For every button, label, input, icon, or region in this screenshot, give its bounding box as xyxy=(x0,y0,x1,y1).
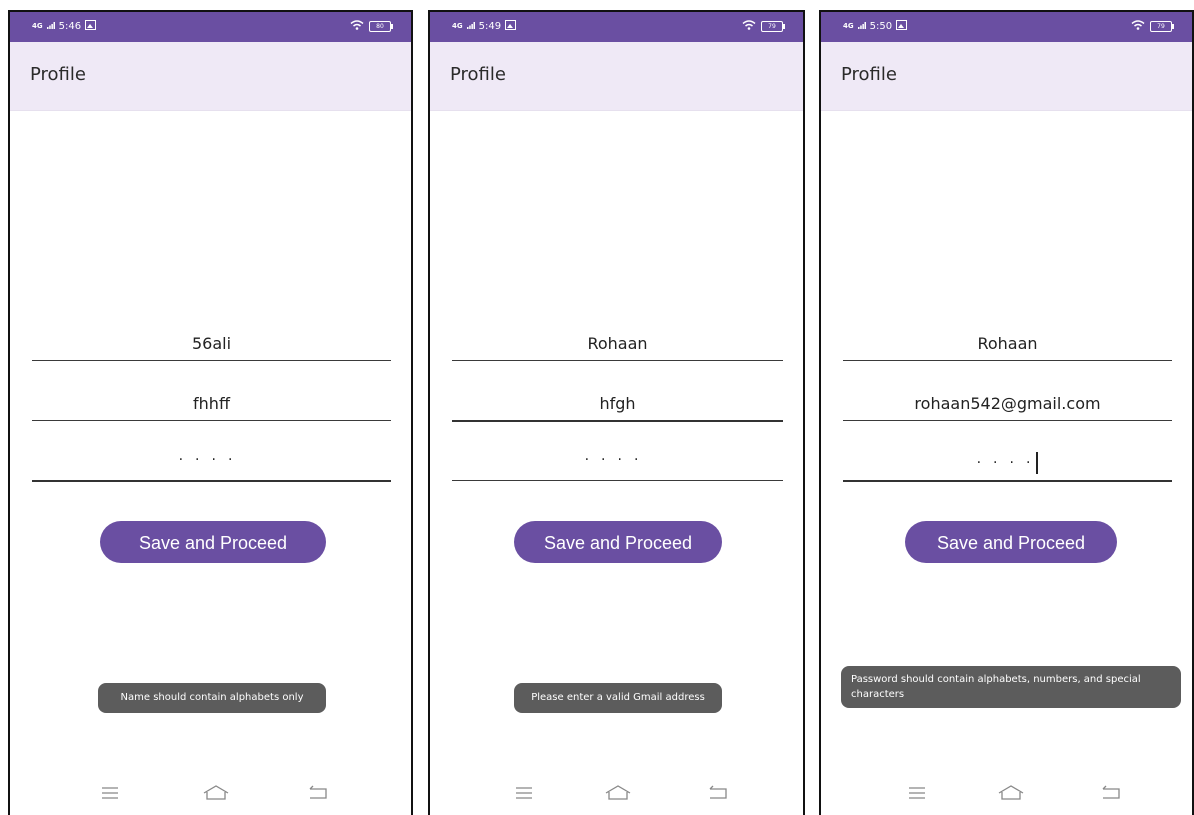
status-time: 5:50 xyxy=(869,21,893,32)
signal-icon xyxy=(466,21,475,32)
save-and-proceed-button[interactable]: Save and Proceed xyxy=(905,521,1117,563)
password-dots: ···· xyxy=(976,455,1043,471)
app-bar: Profile xyxy=(430,42,803,111)
battery-icon: 80 xyxy=(369,21,393,32)
password-input[interactable]: ···· xyxy=(452,450,783,481)
save-and-proceed-button[interactable]: Save and Proceed xyxy=(514,521,722,563)
menu-icon[interactable] xyxy=(512,783,536,803)
email-value: hfgh xyxy=(599,394,636,413)
app-bar: Profile xyxy=(10,42,411,111)
network-indicator: 4G xyxy=(32,22,43,30)
menu-icon[interactable] xyxy=(905,783,929,803)
email-value: rohaan542@gmail.com xyxy=(914,394,1101,413)
back-icon[interactable] xyxy=(306,783,330,803)
status-bar: 4G 5:49 79 xyxy=(430,12,803,42)
status-time: 5:49 xyxy=(478,21,502,32)
page-title: Profile xyxy=(30,64,86,85)
battery-icon: 79 xyxy=(761,21,785,32)
app-bar: Profile xyxy=(821,42,1192,111)
network-indicator: 4G xyxy=(452,22,463,30)
name-value: Rohaan xyxy=(587,334,648,353)
nav-bar xyxy=(821,775,1192,815)
battery-icon: 79 xyxy=(1150,21,1174,32)
wifi-icon xyxy=(1131,20,1145,33)
wifi-icon xyxy=(350,20,364,33)
name-input[interactable]: Rohaan xyxy=(452,330,783,361)
home-icon[interactable] xyxy=(997,783,1024,803)
network-indicator: 4G xyxy=(843,22,854,30)
email-input[interactable]: fhhff xyxy=(32,390,391,421)
save-and-proceed-button[interactable]: Save and Proceed xyxy=(100,521,326,563)
status-bar: 4G 5:46 80 xyxy=(10,12,411,42)
name-input[interactable]: 56ali xyxy=(32,330,391,361)
phone-screen-1: 4G 5:46 80 Profile 56ali fhhff ···· Save… xyxy=(8,10,413,815)
password-input[interactable]: ···· xyxy=(32,450,391,482)
gallery-icon xyxy=(896,20,908,33)
email-value: fhhff xyxy=(193,394,230,413)
back-icon[interactable] xyxy=(1099,783,1123,803)
phone-screen-3: 4G 5:50 79 Profile Rohaan rohaan542@gmai… xyxy=(819,10,1194,815)
status-bar: 4G 5:50 79 xyxy=(821,12,1192,42)
home-icon[interactable] xyxy=(604,783,631,803)
back-icon[interactable] xyxy=(706,783,730,803)
wifi-icon xyxy=(742,20,756,33)
password-input[interactable]: ···· xyxy=(843,450,1172,482)
password-value: ···· xyxy=(178,452,245,468)
signal-icon xyxy=(46,21,55,32)
gallery-icon xyxy=(505,20,517,33)
toast-message: Name should contain alphabets only xyxy=(98,683,326,713)
email-input[interactable]: hfgh xyxy=(452,390,783,422)
menu-icon[interactable] xyxy=(98,783,122,803)
name-value: Rohaan xyxy=(977,334,1038,353)
page-title: Profile xyxy=(450,64,506,85)
toast-message: Please enter a valid Gmail address xyxy=(514,683,722,713)
toast-message: Password should contain alphabets, numbe… xyxy=(841,666,1181,708)
status-time: 5:46 xyxy=(58,21,82,32)
name-value: 56ali xyxy=(191,334,232,353)
nav-bar xyxy=(10,775,411,815)
email-input[interactable]: rohaan542@gmail.com xyxy=(843,390,1172,421)
signal-icon xyxy=(857,21,866,32)
password-value: ···· xyxy=(584,452,651,468)
text-cursor xyxy=(1036,452,1039,474)
home-icon[interactable] xyxy=(202,783,229,803)
name-input[interactable]: Rohaan xyxy=(843,330,1172,361)
password-value: ···· xyxy=(843,452,1172,474)
phone-screen-2: 4G 5:49 79 Profile Rohaan hfgh ···· Save… xyxy=(428,10,805,815)
nav-bar xyxy=(430,775,803,815)
page-title: Profile xyxy=(841,64,897,85)
gallery-icon xyxy=(85,20,97,33)
